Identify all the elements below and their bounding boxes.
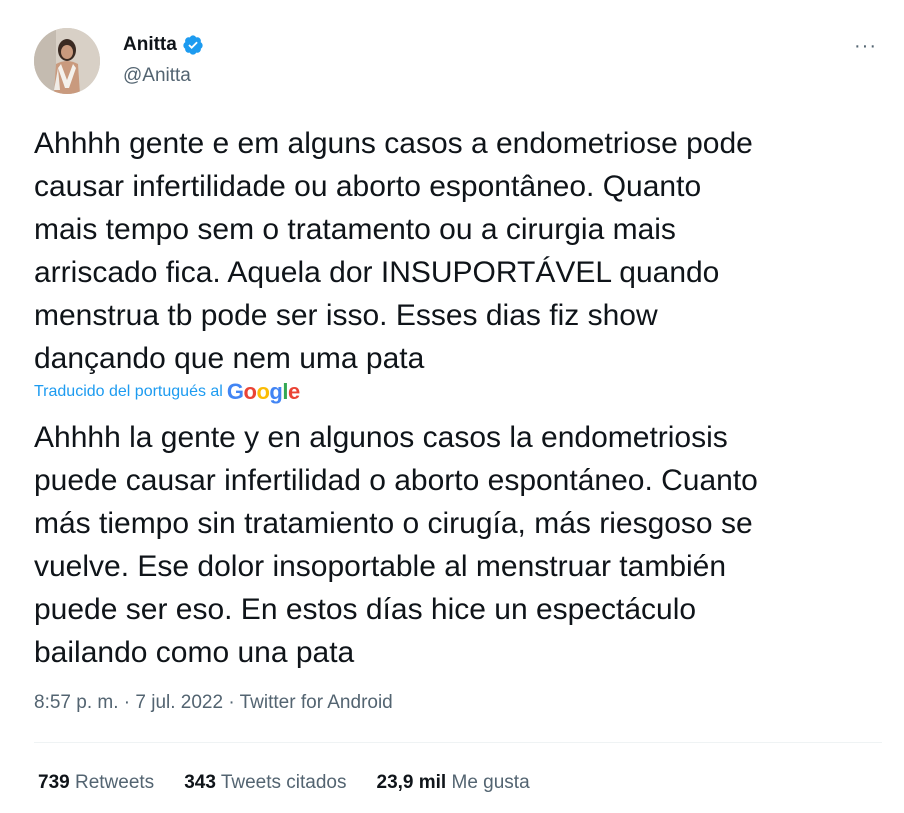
avatar[interactable] <box>34 28 100 94</box>
meta-separator: · <box>223 692 240 713</box>
quote-tweets-stat[interactable]: 343 Tweets citados <box>184 771 346 795</box>
more-options-icon[interactable]: ··· <box>854 36 884 56</box>
author-display-name[interactable]: Anitta <box>123 33 177 57</box>
translation-attribution[interactable]: Traducido del portugués al Google <box>34 378 300 406</box>
author-name-row[interactable]: Anitta <box>123 33 204 57</box>
google-logo: Google <box>226 379 300 404</box>
likes-count: 23,9 mil <box>376 772 447 793</box>
likes-stat[interactable]: 23,9 mil Me gusta <box>377 771 530 795</box>
quote-tweets-label: Tweets citados <box>220 772 347 793</box>
tweet-text: Ahhhh gente e em alguns casos a endometr… <box>34 127 753 375</box>
quote-tweets-count: 343 <box>184 772 216 793</box>
retweets-stat[interactable]: 739 Retweets <box>38 771 154 795</box>
tweet-date[interactable]: 7 jul. 2022 <box>135 692 223 713</box>
divider <box>34 742 882 743</box>
tweet-time[interactable]: 8:57 p. m. <box>34 692 119 713</box>
translated-tweet-text: Ahhhh la gente y en algunos casos la end… <box>34 421 758 669</box>
retweets-label: Retweets <box>74 772 155 793</box>
verified-badge-icon <box>182 34 204 56</box>
retweets-count: 739 <box>38 772 70 793</box>
meta-separator: · <box>118 692 136 713</box>
translated-by-label: Traducido del portugués al <box>34 383 223 400</box>
author-handle[interactable]: @Anitta <box>123 64 191 88</box>
engagement-stats: 739 Retweets 343 Tweets citados 23,9 mil… <box>38 771 530 795</box>
avatar-photo <box>34 28 100 94</box>
likes-label: Me gusta <box>451 772 530 793</box>
tweet-metadata: 8:57 p. m. · 7 jul. 2022 · Twitter for A… <box>34 690 393 716</box>
tweet-source[interactable]: Twitter for Android <box>240 692 393 713</box>
